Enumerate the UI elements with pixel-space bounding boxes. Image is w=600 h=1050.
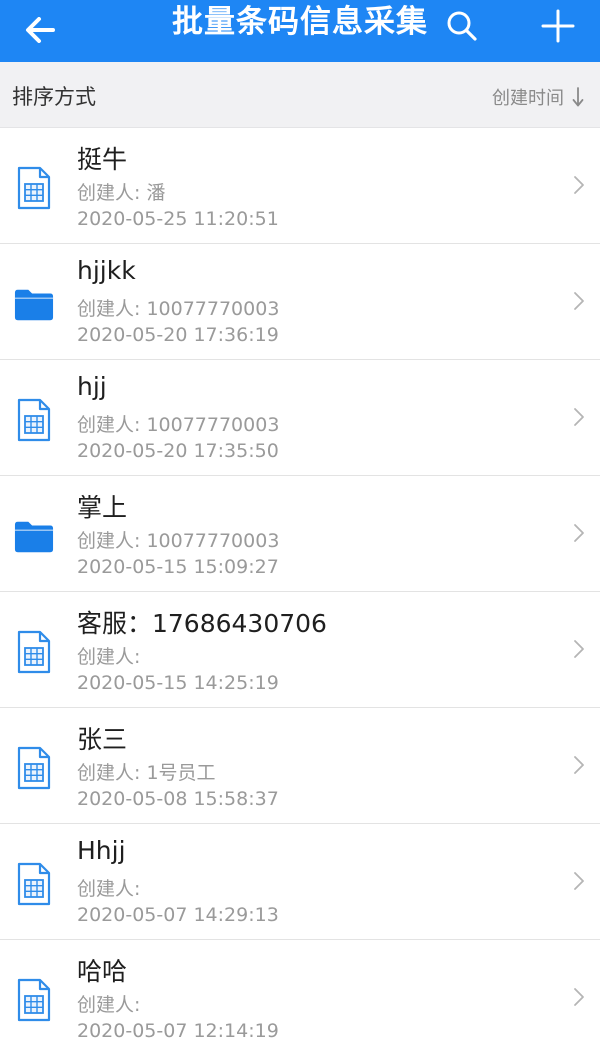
list-item[interactable]: 掌上 创建人: 10077770003 2020-05-15 15:09:27	[0, 476, 600, 592]
item-date: 2020-05-20 17:35:50	[77, 440, 279, 462]
item-date: 2020-05-15 15:09:27	[77, 556, 279, 578]
add-button[interactable]	[536, 4, 580, 48]
item-date: 2020-05-15 14:25:19	[77, 672, 279, 694]
back-button[interactable]	[18, 8, 62, 52]
chevron-right-icon	[572, 754, 586, 776]
spreadsheet-file-icon	[14, 166, 54, 210]
item-date: 2020-05-08 15:58:37	[77, 788, 279, 810]
search-icon	[447, 11, 477, 41]
item-date: 2020-05-07 14:29:13	[77, 904, 279, 926]
chevron-right-icon	[572, 174, 586, 196]
item-creator: 创建人:	[77, 878, 141, 900]
spreadsheet-file-icon	[14, 978, 54, 1022]
item-creator: 创建人: 10077770003	[77, 530, 280, 552]
item-date: 2020-05-20 17:36:19	[77, 324, 279, 346]
page-title: 批量条码信息采集	[172, 4, 428, 40]
spreadsheet-file-icon	[14, 746, 54, 790]
search-button[interactable]	[440, 4, 484, 48]
list-item[interactable]: Hhjj 创建人: 2020-05-07 14:29:13	[0, 824, 600, 940]
spreadsheet-file-icon	[14, 398, 54, 442]
item-name: 掌上	[77, 493, 128, 522]
chevron-right-icon	[572, 522, 586, 544]
item-name: hjjkk	[77, 256, 136, 285]
chevron-right-icon	[572, 870, 586, 892]
item-date: 2020-05-25 11:20:51	[77, 208, 279, 230]
app-screen: 批量条码信息采集 排序方式 创建时间 挺牛 创建人: 潘 2020-05-25 …	[0, 0, 600, 1050]
item-name: hjj	[77, 372, 107, 401]
spreadsheet-file-icon	[14, 630, 54, 674]
list-item[interactable]: 客服：17686430706 创建人: 2020-05-15 14:25:19	[0, 592, 600, 708]
item-creator: 创建人:	[77, 646, 141, 668]
item-creator: 创建人:	[77, 994, 141, 1016]
list-item[interactable]: 张三 创建人: 1号员工 2020-05-08 15:58:37	[0, 708, 600, 824]
arrow-down-icon	[572, 87, 584, 107]
item-creator: 创建人: 潘	[77, 182, 166, 204]
item-name: Hhjj	[77, 836, 126, 865]
record-list: 挺牛 创建人: 潘 2020-05-25 11:20:51 hjjkk 创建人:…	[0, 128, 600, 1050]
list-item[interactable]: hjjkk 创建人: 10077770003 2020-05-20 17:36:…	[0, 244, 600, 360]
item-name: 挺牛	[77, 145, 128, 174]
chevron-right-icon	[572, 638, 586, 660]
folder-icon	[14, 282, 54, 326]
list-item[interactable]: 哈哈 创建人: 2020-05-07 12:14:19	[0, 940, 600, 1050]
folder-icon	[14, 514, 54, 558]
plus-icon	[541, 9, 575, 43]
item-creator: 创建人: 10077770003	[77, 414, 280, 436]
sort-bar: 排序方式 创建时间	[0, 62, 600, 128]
list-item[interactable]: 挺牛 创建人: 潘 2020-05-25 11:20:51	[0, 128, 600, 244]
chevron-right-icon	[572, 406, 586, 428]
sort-label: 排序方式	[12, 85, 96, 109]
list-item[interactable]: hjj 创建人: 10077770003 2020-05-20 17:35:50	[0, 360, 600, 476]
chevron-right-icon	[572, 290, 586, 312]
item-creator: 创建人: 1号员工	[77, 762, 216, 784]
item-name: 客服：17686430706	[77, 609, 327, 638]
chevron-right-icon	[572, 986, 586, 1008]
back-arrow-icon	[26, 17, 55, 43]
item-name: 张三	[77, 725, 128, 754]
spreadsheet-file-icon	[14, 862, 54, 906]
item-name: 哈哈	[77, 957, 128, 986]
item-date: 2020-05-07 12:14:19	[77, 1020, 279, 1042]
sort-selector[interactable]: 创建时间	[492, 62, 584, 132]
sort-value: 创建时间	[492, 88, 564, 109]
item-creator: 创建人: 10077770003	[77, 298, 280, 320]
title-bar: 批量条码信息采集	[0, 0, 600, 62]
